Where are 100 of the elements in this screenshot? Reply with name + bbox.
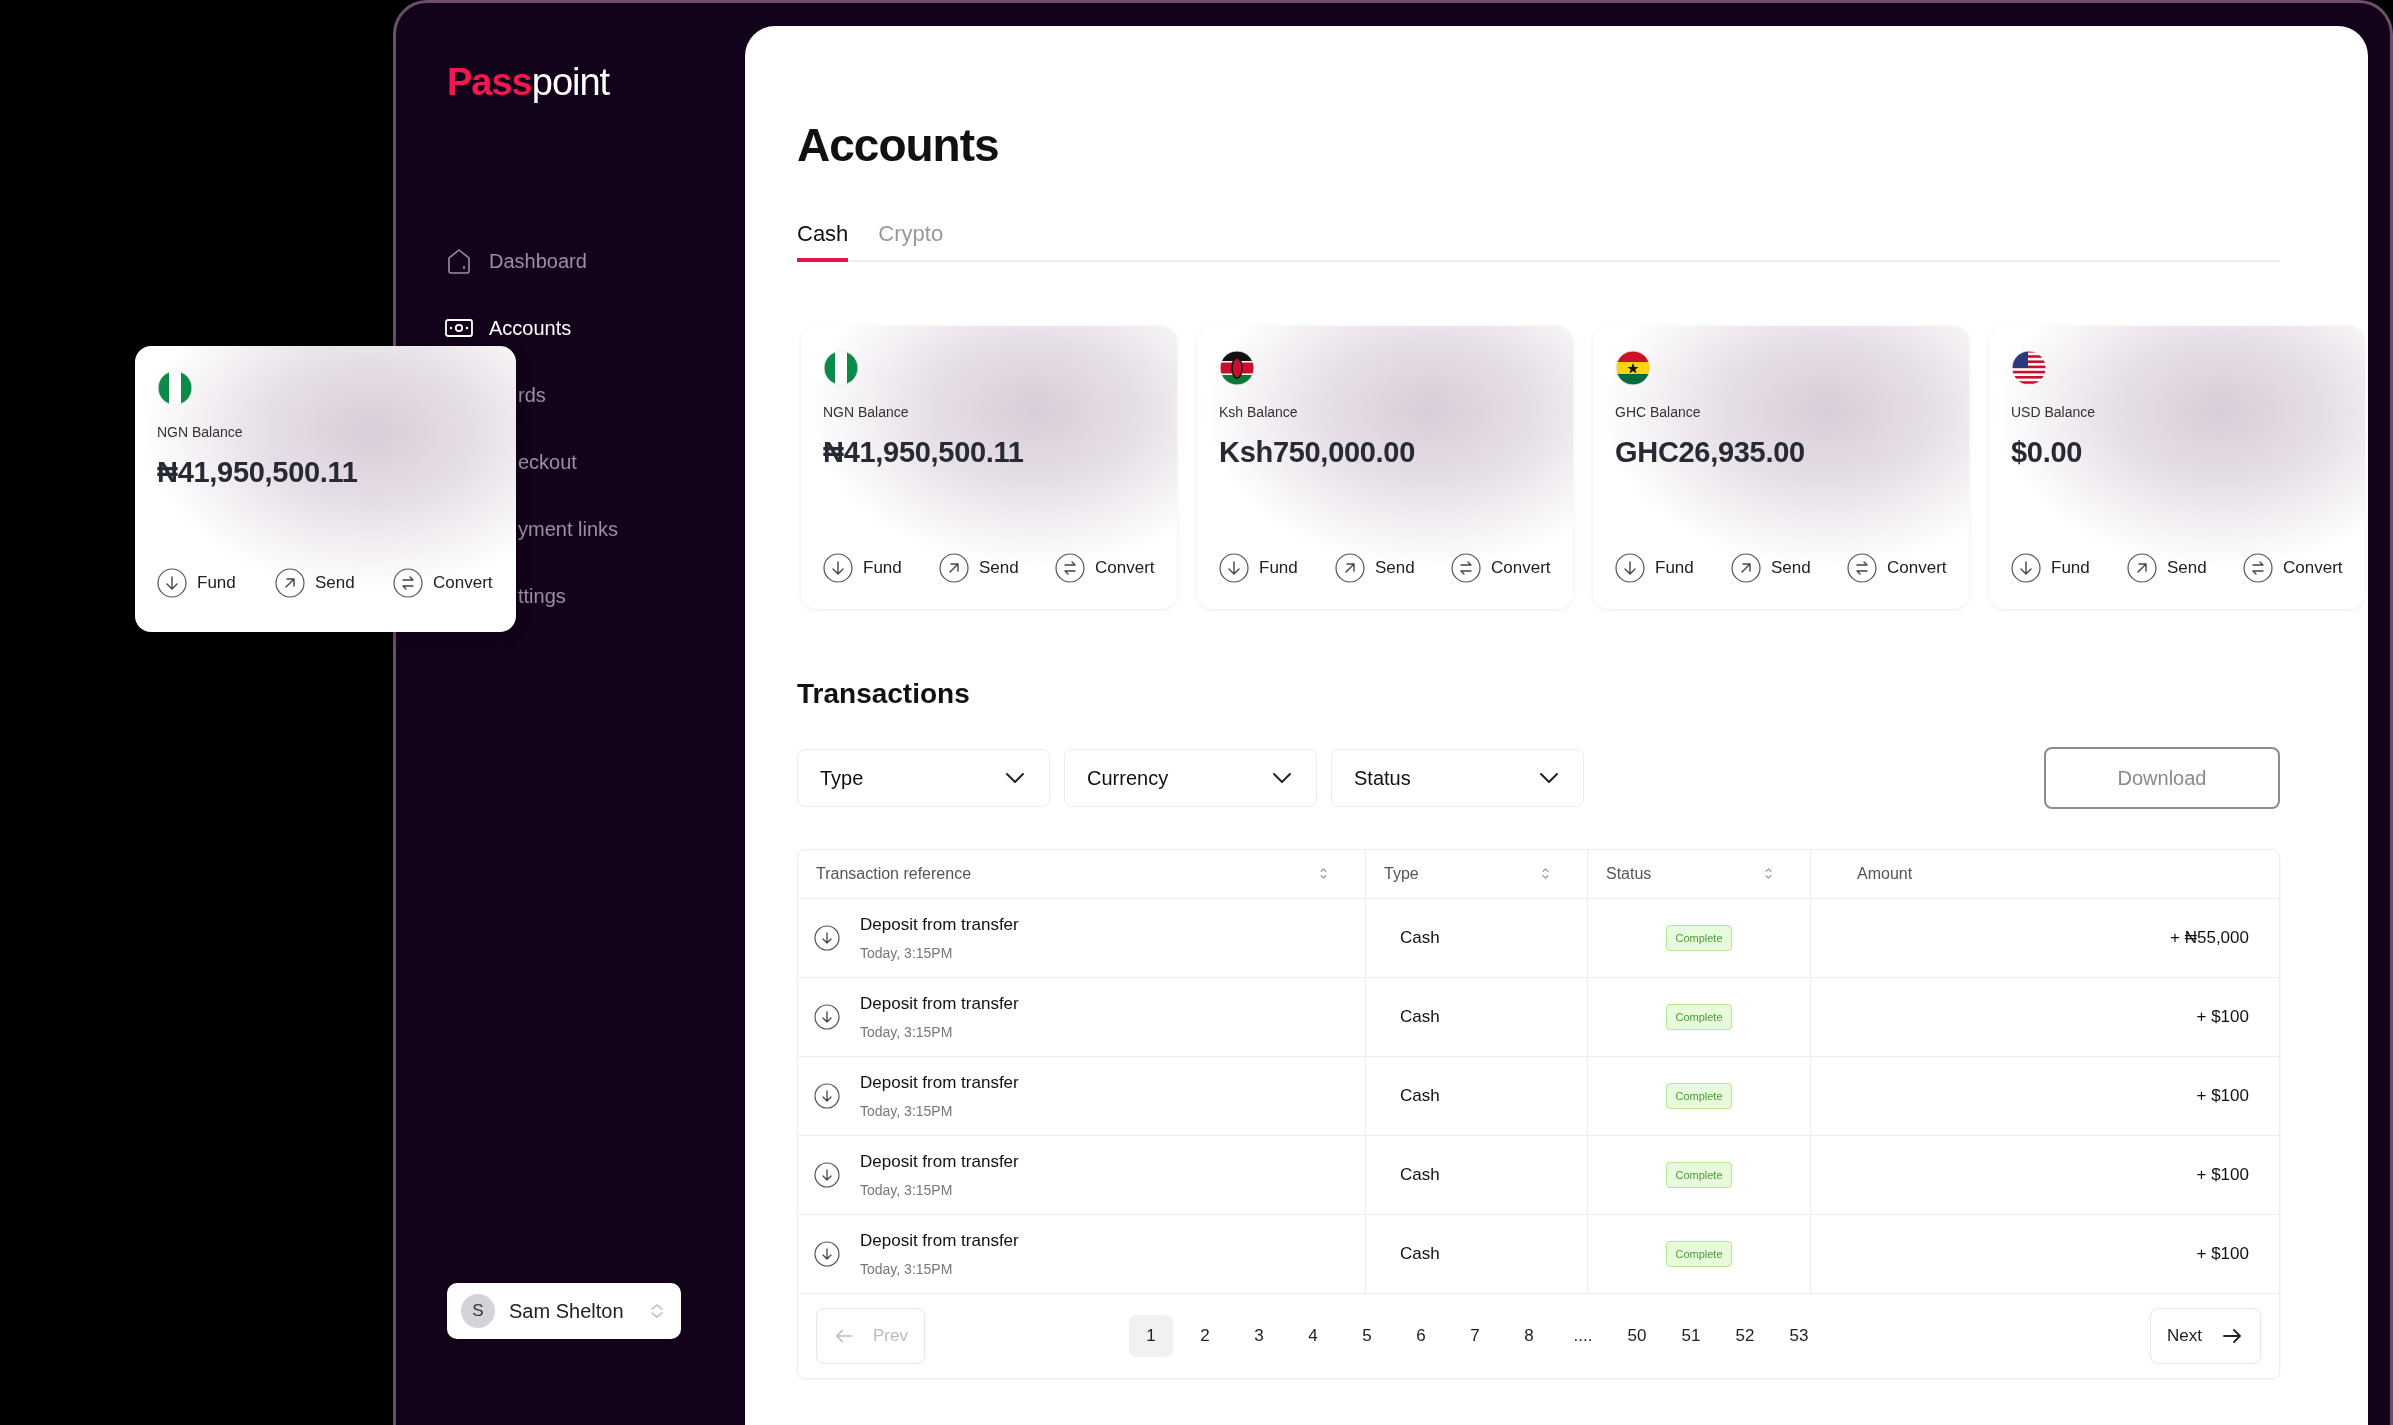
page-button[interactable]: 2 <box>1183 1314 1227 1357</box>
transaction-title: Deposit from transfer <box>860 992 1019 1015</box>
logo[interactable]: Passpoint <box>447 63 610 101</box>
sidebar-item[interactable]: Accounts <box>444 308 572 348</box>
table-cell-text: Cash <box>1400 927 1440 950</box>
swap-arrows-icon <box>1847 553 1877 584</box>
action-button[interactable]: Fund <box>157 568 275 598</box>
arrow-down-icon <box>2011 553 2041 584</box>
action-button[interactable]: Send <box>1731 553 1847 584</box>
sidebar-item[interactable]: rds <box>518 375 546 415</box>
arrow-down-icon <box>814 924 840 951</box>
arrow-up-right-icon <box>1335 553 1365 584</box>
section-title: Transactions <box>797 677 971 711</box>
action-button[interactable]: Fund <box>1219 553 1335 584</box>
swap-arrows-icon <box>1055 553 1085 584</box>
amount-text: + $100 <box>2196 1006 2249 1029</box>
filter-dropdown[interactable]: Status <box>1331 748 1584 807</box>
action-button[interactable]: Fund <box>2011 553 2127 584</box>
status-tag: Complete <box>1666 1003 1732 1031</box>
arrow-down-icon <box>157 568 187 598</box>
balance-label: USD Balance <box>2011 403 2096 423</box>
arrow-up-right-icon <box>939 553 969 584</box>
balance-label: Ksh Balance <box>1219 403 1298 423</box>
balance-label: NGN Balance <box>823 403 909 423</box>
action-button[interactable]: Fund <box>823 553 939 584</box>
user-switcher[interactable]: S Sam Shelton <box>447 1283 681 1339</box>
page-button[interactable]: 4 <box>1291 1314 1335 1357</box>
table-cell-text: Cash <box>1400 1006 1440 1029</box>
arrow-down-icon <box>814 1003 840 1030</box>
page-button[interactable]: 50 <box>1615 1314 1659 1357</box>
page-button[interactable]: 6 <box>1399 1314 1443 1357</box>
balance-label: GHC Balance <box>1615 403 1701 423</box>
avatar: S <box>461 1294 495 1328</box>
status-tag: Complete <box>1666 1240 1732 1268</box>
action-button[interactable]: Convert <box>1451 553 1551 584</box>
sidebar-item[interactable]: eckout <box>518 442 577 482</box>
action-button[interactable]: Convert <box>393 568 511 598</box>
amount-text: + ₦55,000 <box>2170 927 2249 950</box>
column-header[interactable]: Type <box>1384 861 1419 886</box>
table-cell-text: Cash <box>1400 1243 1440 1266</box>
action-button[interactable]: Fund <box>1615 553 1731 584</box>
action-button[interactable]: Send <box>275 568 393 598</box>
arrow-down-icon <box>814 1240 840 1267</box>
swap-arrows-icon <box>393 568 423 598</box>
page-button[interactable]: 7 <box>1453 1314 1497 1357</box>
sidebar-item[interactable]: yment links <box>518 509 619 549</box>
amount-text: + $100 <box>2196 1243 2249 1266</box>
sidebar-item[interactable]: Dashboard <box>444 241 587 281</box>
page-button[interactable]: 5 <box>1345 1314 1389 1357</box>
balance-amount: ₦41,950,500.11 <box>823 435 1024 471</box>
sidebar-item[interactable]: ttings <box>518 576 566 616</box>
page-button[interactable]: 52 <box>1723 1314 1767 1357</box>
action-button[interactable]: Convert <box>2243 553 2343 584</box>
filter-dropdown[interactable]: Type <box>797 748 1050 807</box>
arrow-down-icon <box>814 1161 840 1188</box>
action-button[interactable]: Send <box>939 553 1055 584</box>
balance-amount: GHC26,935.00 <box>1615 435 1805 471</box>
amount-text: + $100 <box>2196 1164 2249 1187</box>
arrow-down-icon <box>1219 553 1249 584</box>
tab[interactable]: Cash <box>797 217 849 263</box>
page-button[interactable]: 8 <box>1507 1314 1551 1357</box>
arrow-down-icon <box>823 553 853 584</box>
amount-text: + $100 <box>2196 1085 2249 1108</box>
page-button[interactable]: .... <box>1561 1314 1605 1357</box>
transaction-title: Deposit from transfer <box>860 1229 1019 1252</box>
page-title: Accounts <box>797 118 1000 173</box>
page-button[interactable]: 53 <box>1777 1314 1821 1357</box>
status-tag: Complete <box>1666 1161 1732 1189</box>
balance-amount: $0.00 <box>2011 435 2083 471</box>
swap-arrows-icon <box>1451 553 1481 584</box>
transaction-title: Deposit from transfer <box>860 1071 1019 1094</box>
transaction-time: Today, 3:15PM <box>860 944 954 964</box>
balance-amount: Ksh750,000.00 <box>1219 435 1416 471</box>
action-button[interactable]: Send <box>2127 553 2243 584</box>
action-button[interactable]: Send <box>1335 553 1451 584</box>
column-header[interactable]: Amount <box>1857 861 1913 886</box>
download-button[interactable]: Download <box>2044 746 2280 809</box>
next-button[interactable]: Next <box>2150 1307 2261 1364</box>
page-button[interactable]: 1 <box>1129 1314 1173 1357</box>
transaction-time: Today, 3:15PM <box>860 1181 954 1201</box>
arrow-up-right-icon <box>275 568 305 598</box>
action-button[interactable]: Convert <box>1055 553 1155 584</box>
swap-arrows-icon <box>2243 553 2273 584</box>
arrow-up-right-icon <box>1731 553 1761 584</box>
transaction-time: Today, 3:15PM <box>860 1023 954 1043</box>
status-tag: Complete <box>1666 924 1732 952</box>
transaction-title: Deposit from transfer <box>860 1150 1019 1173</box>
filter-dropdown[interactable]: Currency <box>1064 748 1317 807</box>
page-button[interactable]: 3 <box>1237 1314 1281 1357</box>
transaction-time: Today, 3:15PM <box>860 1102 954 1122</box>
column-header[interactable]: Status <box>1606 861 1652 886</box>
arrow-down-icon <box>814 1082 840 1109</box>
balance-label: NGN Balance <box>157 423 243 442</box>
page-button[interactable]: 51 <box>1669 1314 1713 1357</box>
action-button[interactable]: Convert <box>1847 553 1947 584</box>
table-cell-text: Cash <box>1400 1085 1440 1108</box>
transaction-time: Today, 3:15PM <box>860 1260 954 1280</box>
table-cell-text: Cash <box>1400 1164 1440 1187</box>
column-header[interactable]: Transaction reference <box>816 861 972 886</box>
status-tag: Complete <box>1666 1082 1732 1110</box>
